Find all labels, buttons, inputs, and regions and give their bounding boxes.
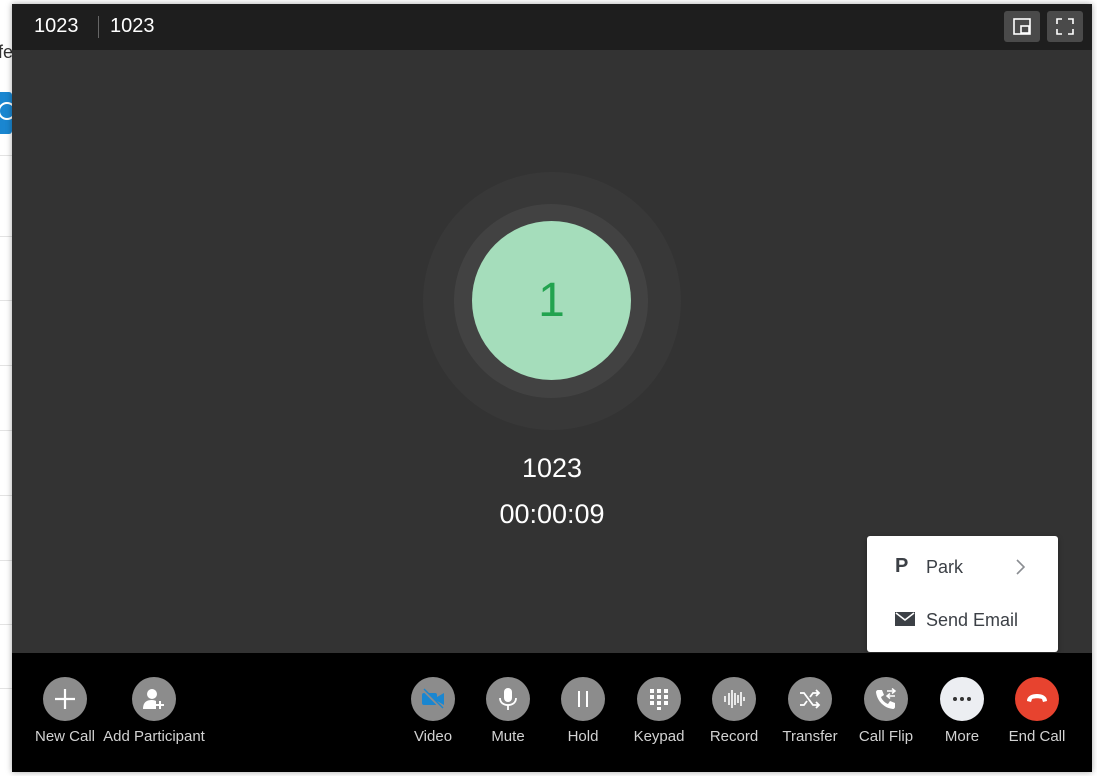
- waveform-icon: [712, 677, 756, 721]
- background-divider: [0, 365, 12, 366]
- background-divider: [0, 495, 12, 496]
- end-call-button[interactable]: End Call: [987, 677, 1087, 757]
- park-icon: P: [895, 555, 909, 577]
- call-duration: 00:00:09: [499, 499, 605, 529]
- chevron-right-icon: [1016, 559, 1025, 575]
- microphone-icon: [486, 677, 530, 721]
- add-person-icon: [132, 677, 176, 721]
- hangup-icon: [1015, 677, 1059, 721]
- pause-icon: [561, 677, 605, 721]
- background-divider: [0, 430, 12, 431]
- call-titlebar[interactable]: 1023 1023: [12, 4, 1092, 50]
- title-display-name: 1023: [110, 15, 155, 37]
- picture-in-picture-icon: [1013, 18, 1031, 35]
- background-divider: [0, 560, 12, 561]
- plus-icon: [43, 677, 87, 721]
- background-divider: [0, 300, 12, 301]
- keypad-icon: [637, 677, 681, 721]
- more-menu: P Park Send Email: [867, 536, 1058, 652]
- menu-item-label: Park: [926, 557, 964, 577]
- call-window: 1023 1023 1 1023 00:00:09 P Park Send Em…: [12, 4, 1092, 772]
- tool-label: End Call: [1008, 728, 1066, 745]
- picture-in-picture-button[interactable]: [1004, 11, 1040, 42]
- new-call-button[interactable]: New Call: [15, 677, 115, 757]
- background-divider: [0, 155, 12, 156]
- fullscreen-icon: [1056, 18, 1074, 35]
- background-divider: [0, 688, 12, 689]
- ellipsis-icon: [940, 677, 984, 721]
- shuffle-icon: [788, 677, 832, 721]
- add-participant-button[interactable]: Add Participant: [103, 677, 205, 757]
- title-extension: 1023: [34, 15, 79, 37]
- call-toolbar: New Call Add Participant Video Mute Hold…: [12, 653, 1092, 772]
- fullscreen-button[interactable]: [1047, 11, 1083, 42]
- menu-item-park[interactable]: P Park: [867, 544, 1058, 590]
- menu-item-send-email[interactable]: Send Email: [867, 597, 1058, 643]
- caller-avatar: 1: [472, 221, 631, 380]
- menu-item-label: Send Email: [926, 610, 1019, 630]
- background-divider: [0, 236, 12, 237]
- mail-icon: [895, 612, 915, 626]
- phone-swap-icon: [864, 677, 908, 721]
- title-divider: [98, 16, 99, 38]
- tool-label: Add Participant: [103, 728, 205, 745]
- caller-name: 1023: [521, 453, 583, 483]
- video-off-icon: [411, 677, 455, 721]
- background-add-icon: [0, 92, 16, 134]
- background-divider: [0, 624, 12, 625]
